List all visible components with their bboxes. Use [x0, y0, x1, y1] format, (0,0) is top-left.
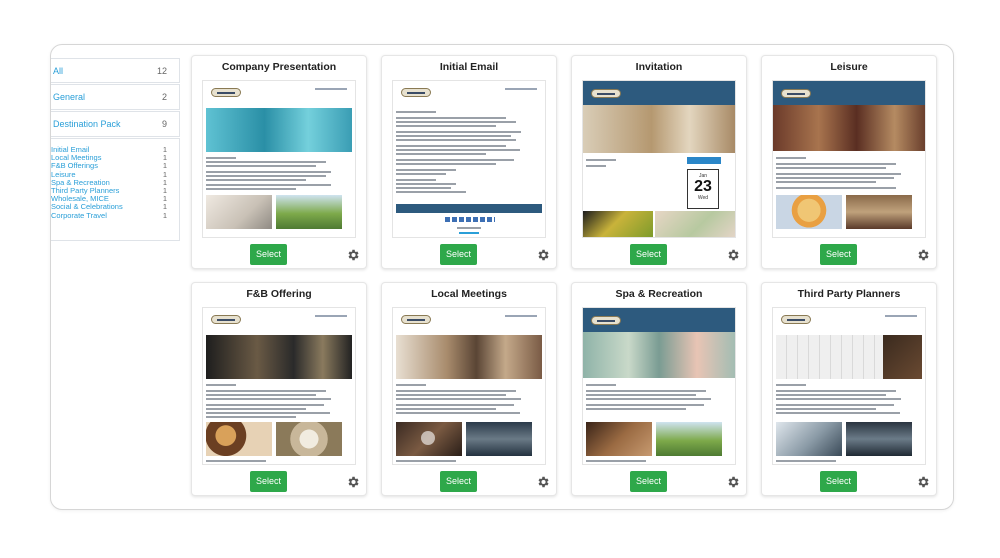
select-button[interactable]: Select — [820, 244, 857, 265]
select-button[interactable]: Select — [250, 244, 287, 265]
sidebar-row-count: 12 — [156, 65, 167, 76]
template-card-spa-recreation: Spa & Recreation Select — [571, 282, 747, 496]
template-preview[interactable] — [202, 80, 356, 238]
card-title: Invitation — [635, 61, 683, 73]
template-card-fb-offering: F&B Offering Select — [191, 282, 367, 496]
sidebar-row-count: 2 — [161, 92, 167, 102]
card-title: Local Meetings — [431, 288, 507, 300]
template-card-invitation: Invitation Jan 23 Wed Select — [571, 55, 747, 269]
gear-icon[interactable] — [726, 248, 740, 262]
calendar-day: 23 — [694, 178, 712, 195]
sidebar-row-destination-pack[interactable]: Destination Pack 9 — [51, 111, 180, 137]
template-card-local-meetings: Local Meetings Select — [381, 282, 557, 496]
gear-icon[interactable] — [536, 248, 550, 262]
sidebar-row-label: All — [53, 65, 64, 76]
select-button[interactable]: Select — [820, 471, 857, 492]
calendar-weekday: Wed — [697, 195, 709, 201]
select-button[interactable]: Select — [440, 471, 477, 492]
select-button[interactable]: Select — [250, 471, 287, 492]
template-preview[interactable] — [392, 307, 546, 465]
template-preview[interactable] — [582, 307, 736, 465]
card-title: Company Presentation — [221, 61, 337, 73]
template-card-company-presentation: Company Presentation Select — [191, 55, 367, 269]
gear-icon[interactable] — [536, 475, 550, 489]
sidebar-row-general[interactable]: General 2 — [51, 84, 180, 110]
sidebar-row-label: General — [53, 92, 86, 102]
select-button[interactable]: Select — [630, 244, 667, 265]
select-button[interactable]: Select — [440, 244, 477, 265]
card-title: F&B Offering — [246, 288, 312, 300]
sidebar-row-all[interactable]: All 12 — [51, 58, 180, 83]
gear-icon[interactable] — [916, 248, 930, 262]
template-preview[interactable] — [772, 307, 926, 465]
select-button[interactable]: Select — [630, 471, 667, 492]
card-title: Third Party Planners — [797, 288, 901, 300]
sidebar-row-label: Destination Pack — [53, 119, 121, 129]
card-title: Initial Email — [439, 61, 499, 73]
card-title: Leisure — [830, 61, 868, 73]
card-title: Spa & Recreation — [615, 288, 703, 300]
sidebar-item-label: Corporate Travel — [51, 210, 107, 220]
gear-icon[interactable] — [726, 475, 740, 489]
sidebar-row-count: 9 — [161, 119, 167, 129]
template-card-initial-email: Initial Email Select — [381, 55, 557, 269]
gear-icon[interactable] — [346, 475, 360, 489]
template-preview[interactable] — [772, 80, 926, 238]
sidebar-item[interactable]: Corporate Travel 1 — [51, 210, 167, 220]
template-gallery-panel: All 12 General 2 Destination Pack 9 Initial… — [50, 44, 954, 510]
template-preview[interactable] — [392, 80, 546, 238]
gear-icon[interactable] — [916, 475, 930, 489]
sidebar-category-list: Initial Email 1 Local Meetings 1 F&B Offer… — [51, 138, 180, 241]
template-preview[interactable]: Jan 23 Wed — [582, 80, 736, 238]
template-card-leisure: Leisure Select — [761, 55, 937, 269]
template-card-third-party-planners: Third Party Planners Select — [761, 282, 937, 496]
gear-icon[interactable] — [346, 248, 360, 262]
template-preview[interactable] — [202, 307, 356, 465]
sidebar-item-count: 1 — [162, 210, 167, 220]
